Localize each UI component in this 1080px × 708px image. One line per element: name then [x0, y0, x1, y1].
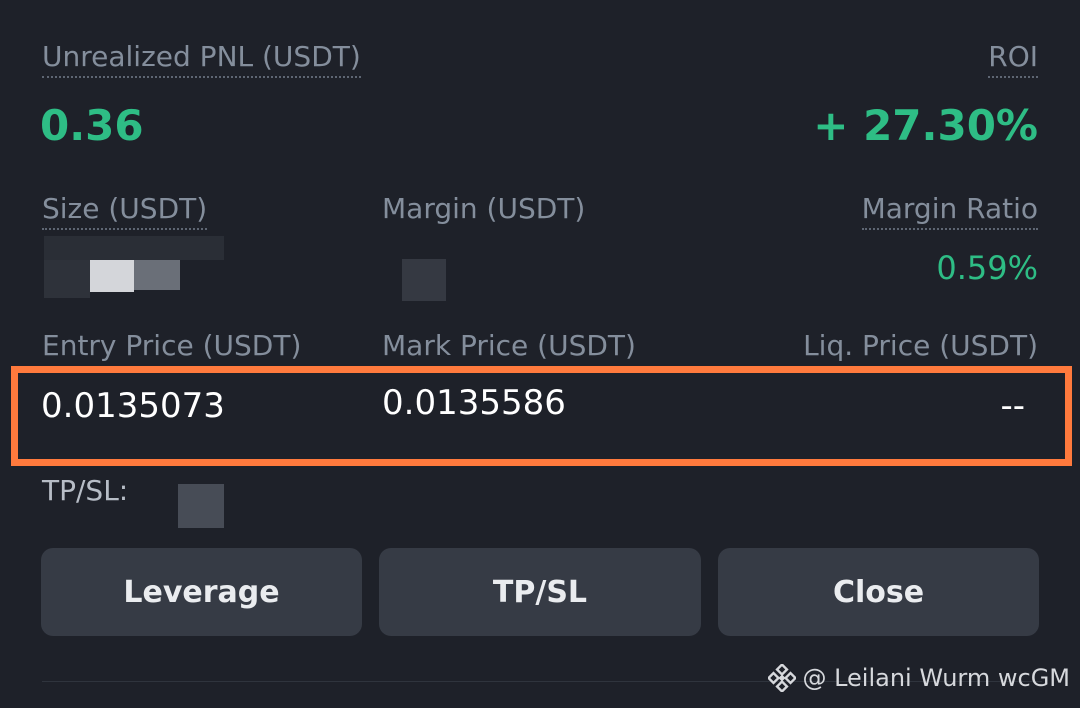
entry-price-label: Entry Price (USDT) [42, 329, 302, 362]
watermark-text: @ Leilani Wurm wcGM [802, 664, 1070, 692]
liq-price-value: -- [1000, 386, 1025, 426]
margin-ratio-label[interactable]: Margin Ratio [861, 192, 1038, 230]
leverage-button[interactable]: Leverage [41, 548, 362, 636]
close-button[interactable]: Close [718, 548, 1039, 636]
margin-label: Margin (USDT) [382, 192, 586, 225]
mark-price-label: Mark Price (USDT) [382, 329, 636, 362]
margin-ratio-value: 0.59% [936, 249, 1038, 287]
tpsl-button[interactable]: TP/SL [379, 548, 701, 636]
watermark: @ Leilani Wurm wcGM [768, 664, 1070, 692]
position-card: Unrealized PNL (USDT) 0.36 ROI + 27.30% … [0, 0, 1080, 708]
tpsl-value-redacted [178, 484, 224, 528]
size-label[interactable]: Size (USDT) [42, 192, 208, 230]
entry-price-value: 0.0135073 [41, 386, 225, 426]
roi-value: + 27.30% [813, 101, 1038, 150]
liq-price-label: Liq. Price (USDT) [803, 329, 1038, 362]
binance-logo-icon [768, 664, 797, 692]
unrealized-pnl-value: 0.36 [40, 101, 144, 150]
margin-value-redacted [402, 259, 446, 301]
tpsl-label: TP/SL: [42, 474, 129, 507]
roi-label[interactable]: ROI [988, 40, 1038, 78]
size-value-redacted [44, 236, 224, 300]
unrealized-pnl-label[interactable]: Unrealized PNL (USDT) [42, 40, 361, 78]
mark-price-value: 0.0135586 [382, 383, 566, 423]
